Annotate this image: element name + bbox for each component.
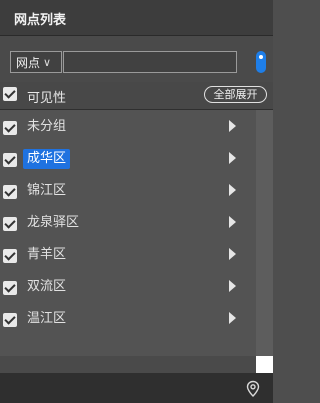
caret-right-icon[interactable] (229, 216, 236, 228)
item-checkbox[interactable] (3, 121, 17, 135)
list-item[interactable]: 成华区 (0, 145, 256, 175)
item-name: 温江区 (27, 311, 67, 326)
expand-all-button[interactable]: 全部展开 (204, 86, 267, 103)
panel-title: 网点列表 (14, 13, 67, 28)
item-name: 成华区 (23, 149, 71, 169)
item-checkbox[interactable] (3, 153, 17, 167)
list-item[interactable]: 温江区 (0, 305, 256, 335)
visibility-checkbox[interactable] (3, 87, 17, 101)
item-checkbox[interactable] (3, 313, 17, 327)
item-checkbox[interactable] (3, 185, 17, 199)
search-input[interactable] (63, 51, 237, 73)
item-name: 青羊区 (27, 247, 67, 262)
panel-header: 网点列表 (0, 0, 273, 36)
list-item[interactable]: 青羊区 (0, 241, 256, 271)
caret-right-icon[interactable] (229, 120, 236, 132)
caret-right-icon[interactable] (229, 280, 236, 292)
item-name: 龙泉驿区 (27, 215, 80, 230)
list-item[interactable]: 锦江区 (0, 177, 256, 207)
map-pin-icon[interactable] (245, 380, 261, 398)
list-item[interactable]: 龙泉驿区 (0, 209, 256, 239)
caret-right-icon[interactable] (229, 248, 236, 260)
caret-right-icon[interactable] (229, 312, 236, 324)
location-toggle-icon[interactable] (256, 51, 266, 73)
search-bar: 网点 ∨ (0, 36, 273, 82)
list-item[interactable]: 未分组 (0, 113, 256, 143)
item-name: 双流区 (27, 279, 67, 294)
item-name: 锦江区 (27, 183, 67, 198)
item-checkbox[interactable] (3, 249, 17, 263)
scrollbar-corner (256, 356, 273, 373)
visibility-row: 可见性 全部展开 (0, 82, 273, 110)
caret-right-icon[interactable] (229, 184, 236, 196)
vertical-scrollbar[interactable] (256, 110, 273, 356)
list-item[interactable]: 双流区 (0, 273, 256, 303)
chevron-down-icon: ∨ (43, 55, 52, 69)
panel-footer (0, 373, 273, 403)
visibility-label: 可见性 (27, 91, 67, 106)
caret-right-icon[interactable] (229, 152, 236, 164)
search-type-label: 网点 (16, 55, 41, 70)
item-checkbox[interactable] (3, 217, 17, 231)
district-list: 未分组 成华区 锦江区 龙泉驿区 青羊区 双流区 温江区 (0, 110, 273, 356)
horizontal-scrollbar[interactable] (0, 356, 256, 373)
item-checkbox[interactable] (3, 281, 17, 295)
item-name: 未分组 (27, 119, 67, 134)
search-type-dropdown[interactable]: 网点 ∨ (10, 51, 62, 73)
